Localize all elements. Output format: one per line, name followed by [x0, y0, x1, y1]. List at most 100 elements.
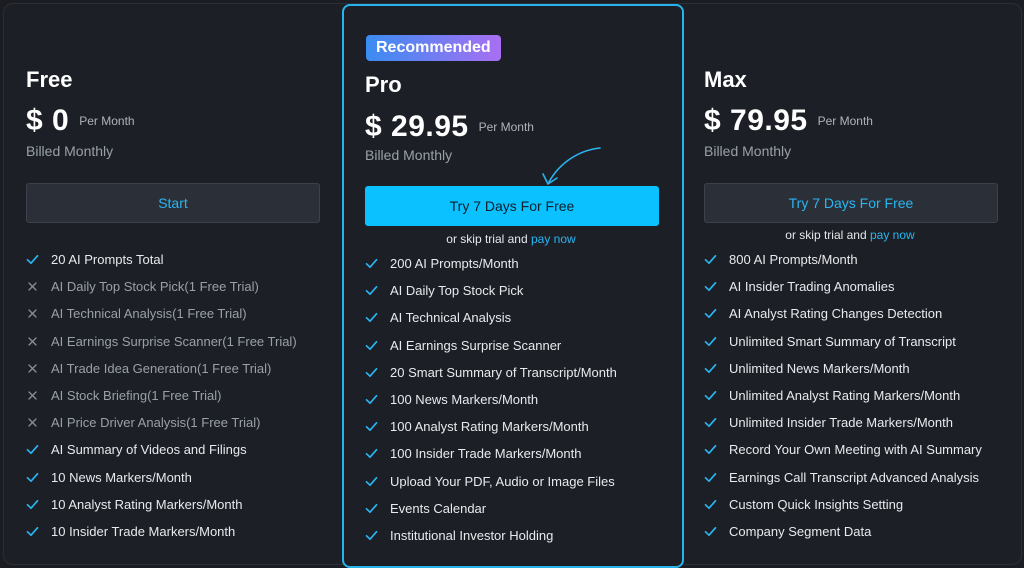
check-icon [704, 498, 717, 511]
feature-text: 20 AI Prompts Total [51, 252, 164, 268]
feature-text: AI Summary of Videos and Filings [51, 442, 247, 458]
check-icon [365, 475, 378, 488]
feature-item: Upload Your PDF, Audio or Image Files [365, 468, 617, 495]
check-icon [365, 339, 378, 352]
plan-name: Pro [365, 72, 402, 97]
feature-item: 100 Insider Trade Markers/Month [365, 440, 617, 467]
feature-item: Unlimited Insider Trade Markers/Month [704, 409, 982, 436]
feature-item: AI Stock Briefing(1 Free Trial) [26, 382, 297, 409]
plan-pro: Recommended Pro $ 29.95 Per Month Billed… [342, 4, 684, 568]
feature-item: Record Your Own Meeting with AI Summary [704, 436, 982, 463]
feature-item: AI Daily Top Stock Pick [365, 277, 617, 304]
feature-item: Institutional Investor Holding [365, 522, 617, 549]
feature-list: 200 AI Prompts/Month AI Daily Top Stock P… [365, 250, 617, 549]
feature-item: AI Daily Top Stock Pick(1 Free Trial) [26, 273, 297, 300]
check-icon [365, 284, 378, 297]
feature-item: AI Summary of Videos and Filings [26, 436, 297, 463]
feature-text: 100 Analyst Rating Markers/Month [390, 419, 589, 435]
check-icon [26, 525, 39, 538]
feature-item: 10 Analyst Rating Markers/Month [26, 491, 297, 518]
feature-text: 20 Smart Summary of Transcript/Month [390, 364, 617, 380]
plan-name: Free [26, 67, 73, 92]
start-button[interactable]: Start [26, 183, 320, 223]
check-icon [365, 420, 378, 433]
pay-now-link[interactable]: pay now [531, 232, 576, 246]
feature-list: 20 AI Prompts Total AI Daily Top Stock Pi… [26, 246, 297, 545]
feature-item: Events Calendar [365, 495, 617, 522]
feature-text: 10 News Markers/Month [51, 469, 192, 485]
feature-text: AI Stock Briefing(1 Free Trial) [51, 388, 222, 404]
check-icon [365, 366, 378, 379]
feature-text: AI Earnings Surprise Scanner [390, 337, 562, 353]
feature-text: Unlimited Insider Trade Markers/Month [729, 415, 953, 431]
check-icon [365, 529, 378, 542]
feature-text: Custom Quick Insights Setting [729, 496, 904, 512]
billing-note: Billed Monthly [365, 147, 453, 163]
feature-text: 800 AI Prompts/Month [729, 252, 858, 268]
check-icon [365, 257, 378, 270]
feature-text: Company Segment Data [729, 523, 872, 539]
feature-text: 100 News Markers/Month [390, 392, 539, 408]
feature-item: 10 Insider Trade Markers/Month [26, 518, 297, 545]
feature-item: AI Earnings Surprise Scanner(1 Free Tria… [26, 328, 297, 355]
feature-text: 100 Insider Trade Markers/Month [390, 446, 582, 462]
check-icon [26, 443, 39, 456]
feature-item: 800 AI Prompts/Month [704, 246, 982, 273]
cross-icon [26, 389, 39, 402]
feature-text: AI Trade Idea Generation(1 Free Trial) [51, 360, 272, 376]
feature-text: Institutional Investor Holding [390, 527, 554, 543]
feature-text: Unlimited News Markers/Month [729, 360, 910, 376]
feature-text: 200 AI Prompts/Month [390, 256, 519, 272]
feature-text: AI Daily Top Stock Pick(1 Free Trial) [51, 279, 259, 295]
feature-item: 100 Analyst Rating Markers/Month [365, 413, 617, 440]
feature-item: Unlimited Smart Summary of Transcript [704, 328, 982, 355]
check-icon [365, 447, 378, 460]
feature-item: AI Analyst Rating Changes Detection [704, 300, 982, 327]
check-icon [704, 253, 717, 266]
check-icon [704, 525, 717, 538]
check-icon [704, 280, 717, 293]
feature-item: Unlimited News Markers/Month [704, 355, 982, 382]
per-month-label: Per Month [817, 114, 873, 128]
feature-item: Custom Quick Insights Setting [704, 491, 982, 518]
check-icon [704, 443, 717, 456]
billing-note: Billed Monthly [704, 143, 792, 159]
check-icon [26, 471, 39, 484]
feature-text: AI Analyst Rating Changes Detection [729, 306, 943, 322]
feature-item: AI Trade Idea Generation(1 Free Trial) [26, 355, 297, 382]
feature-text: 10 Analyst Rating Markers/Month [51, 496, 243, 512]
feature-text: AI Price Driver Analysis(1 Free Trial) [51, 415, 261, 431]
feature-item: AI Earnings Surprise Scanner [365, 332, 617, 359]
check-icon [704, 335, 717, 348]
feature-item: Unlimited Analyst Rating Markers/Month [704, 382, 982, 409]
feature-text: Events Calendar [390, 500, 487, 516]
curved-arrow-icon [542, 147, 601, 185]
feature-text: Upload Your PDF, Audio or Image Files [390, 473, 615, 489]
feature-text: Unlimited Analyst Rating Markers/Month [729, 388, 961, 404]
per-month-label: Per Month [79, 114, 135, 128]
feature-text: Record Your Own Meeting with AI Summary [729, 442, 982, 458]
pay-now-link[interactable]: pay now [870, 228, 915, 242]
feature-text: AI Insider Trading Anomalies [729, 279, 895, 295]
skip-trial-text: or skip trial and pay now [365, 232, 657, 246]
feature-item: AI Technical Analysis(1 Free Trial) [26, 300, 297, 327]
feature-item: 20 AI Prompts Total [26, 246, 297, 273]
feature-text: AI Technical Analysis [390, 310, 512, 326]
check-icon [365, 502, 378, 515]
feature-text: 10 Insider Trade Markers/Month [51, 523, 236, 539]
feature-list: 800 AI Prompts/Month AI Insider Trading A… [704, 246, 982, 545]
feature-item: 100 News Markers/Month [365, 386, 617, 413]
try-free-button[interactable]: Try 7 Days For Free [704, 183, 998, 223]
price-row: $ 0 Per Month [26, 104, 135, 138]
check-icon [704, 307, 717, 320]
cross-icon [26, 280, 39, 293]
try-free-button[interactable]: Try 7 Days For Free [365, 186, 659, 226]
check-icon [704, 389, 717, 402]
price-row: $ 29.95 Per Month [365, 110, 534, 144]
skip-trial-text: or skip trial and pay now [704, 228, 996, 242]
feature-item: 10 News Markers/Month [26, 464, 297, 491]
feature-item: 200 AI Prompts/Month [365, 250, 617, 277]
plan-max: Max $ 79.95 Per Month Billed Monthly Try… [704, 0, 998, 548]
cross-icon [26, 416, 39, 429]
feature-text: AI Daily Top Stock Pick [390, 283, 524, 299]
